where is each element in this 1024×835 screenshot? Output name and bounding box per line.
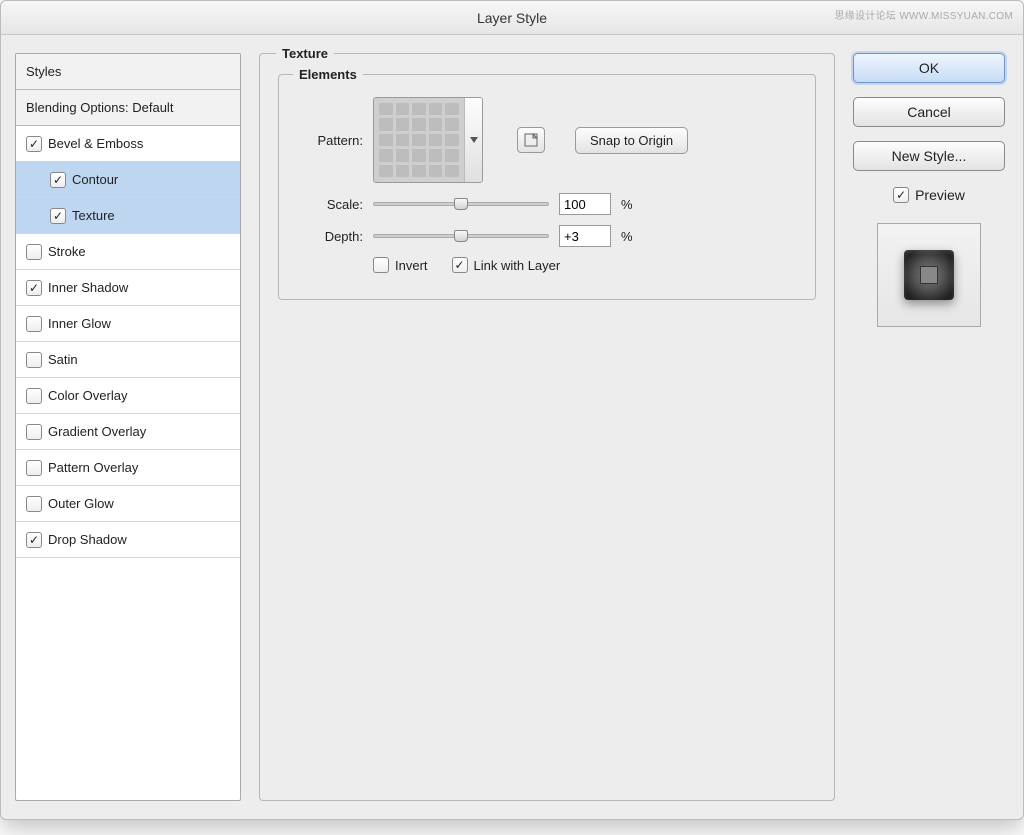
link-with-layer-checkbox[interactable] [452,257,468,273]
style-checkbox[interactable] [26,388,42,404]
style-label: Drop Shadow [48,532,127,547]
new-pattern-button[interactable] [517,127,545,153]
style-row-satin[interactable]: Satin [16,342,240,378]
style-label: Color Overlay [48,388,127,403]
depth-input[interactable] [559,225,611,247]
watermark-text: 思缘设计论坛 WWW.MISSYUAN.COM [834,7,1013,22]
blending-options-label: Blending Options: Default [26,100,173,115]
depth-unit: % [621,229,633,244]
invert-label: Invert [395,258,428,273]
panel-title: Texture [276,46,334,61]
style-row-drop-shadow[interactable]: Drop Shadow [16,522,240,558]
scale-input[interactable] [559,193,611,215]
scale-slider[interactable] [373,196,549,212]
styles-header[interactable]: Styles [16,54,240,90]
scale-unit: % [621,197,633,212]
styles-list: Styles Blending Options: Default Bevel &… [15,53,241,801]
elements-legend: Elements [293,67,363,82]
style-row-outer-glow[interactable]: Outer Glow [16,486,240,522]
depth-slider[interactable] [373,228,549,244]
new-style-button[interactable]: New Style... [853,141,1005,171]
style-row-pattern-overlay[interactable]: Pattern Overlay [16,450,240,486]
snap-to-origin-button[interactable]: Snap to Origin [575,127,688,154]
depth-slider-thumb[interactable] [454,230,468,242]
style-row-bevel-emboss[interactable]: Bevel & Emboss [16,126,240,162]
window-title: Layer Style [477,10,547,26]
style-checkbox[interactable] [26,532,42,548]
style-checkbox[interactable] [26,460,42,476]
ok-button[interactable]: OK [853,53,1005,83]
texture-panel: Texture Elements Pattern: [259,53,835,801]
style-checkbox[interactable] [26,352,42,368]
style-checkbox[interactable] [26,280,42,296]
pattern-dropdown-arrow[interactable] [464,98,482,182]
preview-swatch [904,250,954,300]
style-label: Stroke [48,244,86,259]
link-label: Link with Layer [474,258,561,273]
style-label: Bevel & Emboss [48,136,143,151]
styles-header-label: Styles [26,64,61,79]
titlebar: Layer Style 思缘设计论坛 WWW.MISSYUAN.COM [1,1,1023,35]
style-row-inner-glow[interactable]: Inner Glow [16,306,240,342]
blending-options-row[interactable]: Blending Options: Default [16,90,240,126]
style-row-color-overlay[interactable]: Color Overlay [16,378,240,414]
style-checkbox[interactable] [50,172,66,188]
dialog-content: Styles Blending Options: Default Bevel &… [1,35,1023,819]
style-label: Contour [72,172,118,187]
elements-group: Elements Pattern: [278,74,816,300]
style-row-texture[interactable]: Texture [16,198,240,234]
style-row-inner-shadow[interactable]: Inner Shadow [16,270,240,306]
right-button-column: OK Cancel New Style... Preview [853,53,1005,801]
pattern-picker[interactable] [373,97,483,183]
style-label: Pattern Overlay [48,460,138,475]
style-checkbox[interactable] [26,136,42,152]
cancel-label: Cancel [907,104,951,120]
style-row-gradient-overlay[interactable]: Gradient Overlay [16,414,240,450]
pattern-swatch [374,98,464,182]
page-curl-icon [524,133,538,147]
preview-checkbox[interactable] [893,187,909,203]
depth-label: Depth: [297,229,363,244]
style-checkbox[interactable] [26,316,42,332]
style-checkbox[interactable] [50,208,66,224]
style-label: Outer Glow [48,496,114,511]
style-label: Satin [48,352,78,367]
chevron-down-icon [470,137,478,143]
style-row-contour[interactable]: Contour [16,162,240,198]
style-label: Texture [72,208,115,223]
cancel-button[interactable]: Cancel [853,97,1005,127]
preview-label: Preview [915,187,965,203]
preview-thumbnail [877,223,981,327]
style-checkbox[interactable] [26,244,42,260]
style-label: Gradient Overlay [48,424,146,439]
pattern-label: Pattern: [297,133,363,148]
invert-checkbox[interactable] [373,257,389,273]
snap-label: Snap to Origin [590,133,673,148]
style-checkbox[interactable] [26,496,42,512]
style-label: Inner Glow [48,316,111,331]
scale-label: Scale: [297,197,363,212]
style-label: Inner Shadow [48,280,128,295]
style-row-stroke[interactable]: Stroke [16,234,240,270]
layer-style-dialog: Layer Style 思缘设计论坛 WWW.MISSYUAN.COM Styl… [0,0,1024,820]
scale-slider-thumb[interactable] [454,198,468,210]
style-checkbox[interactable] [26,424,42,440]
preview-row: Preview [853,187,1005,203]
ok-label: OK [919,60,939,76]
new-style-label: New Style... [892,148,967,164]
